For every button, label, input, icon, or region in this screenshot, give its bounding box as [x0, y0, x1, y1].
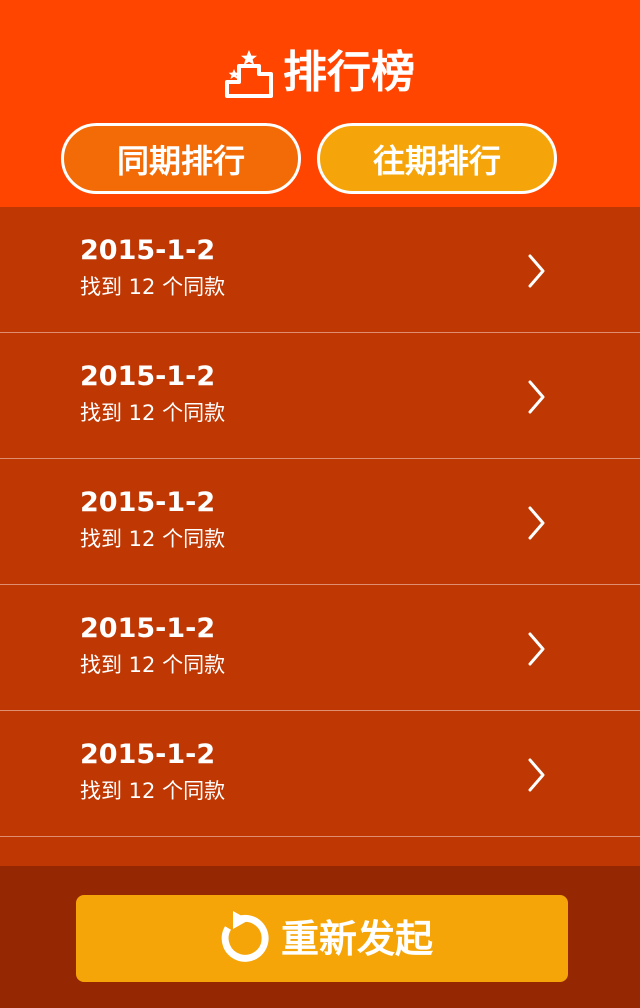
- item-count: 找到 12 个同款: [80, 275, 226, 299]
- chevron-right-icon: [528, 758, 545, 792]
- restart-button[interactable]: 重新发起: [76, 895, 568, 982]
- tab-past-period[interactable]: 往期排行: [317, 123, 557, 194]
- list-item[interactable]: 2015-1-2 找到 12 个同款: [0, 585, 640, 711]
- chevron-right-icon: [528, 632, 545, 666]
- title-row: 排行榜: [0, 38, 640, 108]
- tab-same-period[interactable]: 同期排行: [61, 123, 301, 194]
- header: 排行榜 同期排行 往期排行: [0, 0, 640, 207]
- ranking-list: 2015-1-2 找到 12 个同款 2015-1-2 找到 12 个同款 20…: [0, 207, 640, 866]
- chevron-right-icon: [528, 506, 545, 540]
- item-date: 2015-1-2: [80, 361, 216, 392]
- refresh-icon: [221, 910, 269, 962]
- item-count: 找到 12 个同款: [80, 653, 226, 677]
- list-item[interactable]: 2015-1-2 找到 12 个同款: [0, 333, 640, 459]
- item-date: 2015-1-2: [80, 739, 216, 770]
- item-count: 找到 12 个同款: [80, 779, 226, 803]
- item-count: 找到 12 个同款: [80, 527, 226, 551]
- chevron-right-icon: [528, 380, 545, 414]
- list-item[interactable]: 2015-1-2 找到 12 个同款: [0, 459, 640, 585]
- item-date: 2015-1-2: [80, 235, 216, 266]
- item-date: 2015-1-2: [80, 487, 216, 518]
- ranking-tabs: 同期排行 往期排行: [61, 123, 557, 194]
- ranking-screen: 排行榜 同期排行 往期排行 2015-1-2 找到 12 个同款 2015-1-…: [0, 0, 640, 1008]
- item-count: 找到 12 个同款: [80, 401, 226, 425]
- list-item[interactable]: 2015-1-2 找到 12 个同款: [0, 207, 640, 333]
- restart-button-label: 重新发起: [280, 916, 433, 961]
- list-item[interactable]: 2015-1-2 找到 12 个同款: [0, 711, 640, 837]
- chevron-right-icon: [528, 254, 545, 288]
- footer-bar: 重新发起: [0, 866, 640, 1008]
- podium-icon: [225, 50, 273, 98]
- page-title: 排行榜: [283, 47, 415, 98]
- item-date: 2015-1-2: [80, 613, 216, 644]
